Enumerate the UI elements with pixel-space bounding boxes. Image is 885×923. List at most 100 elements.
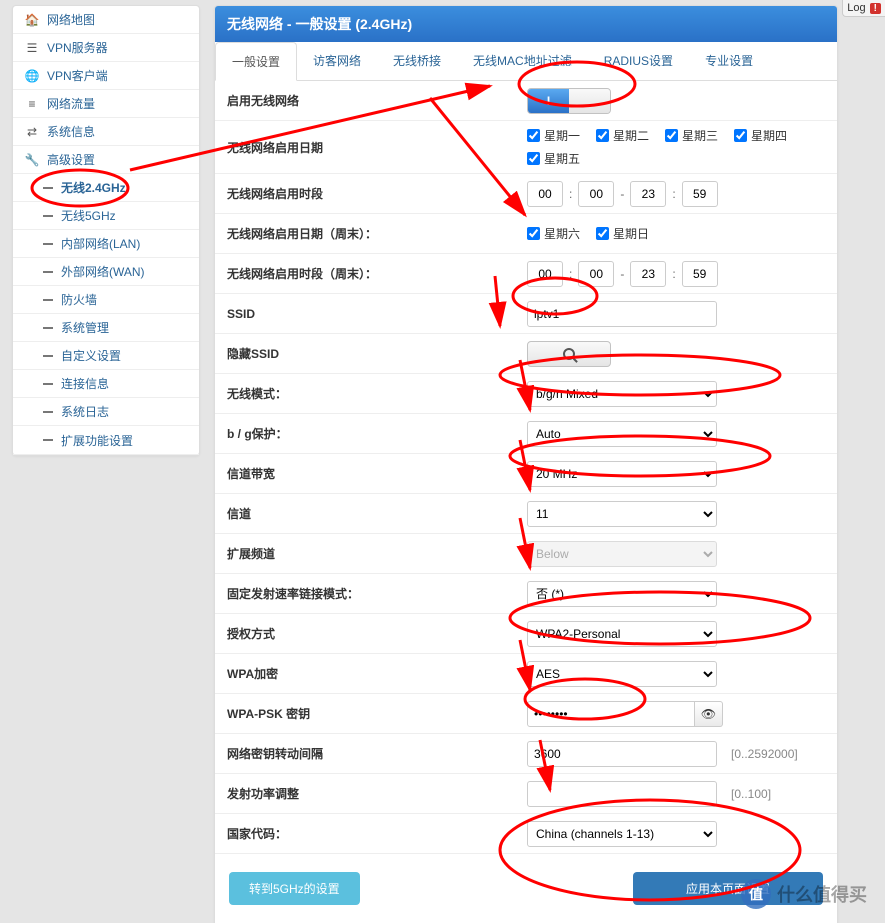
time2-h2[interactable] (630, 261, 666, 287)
sidebar-subnav: 无线2.4GHz 无线5GHz 内部网络(LAN) 外部网络(WAN) 防火墙 … (13, 174, 199, 455)
chk-sat[interactable]: 星期六 (527, 225, 580, 242)
auth-select[interactable]: WPA2-Personal (527, 621, 717, 647)
txpwr-hint: [0..100] (731, 787, 771, 801)
label-ssid: SSID (227, 307, 527, 321)
sidebar-item-label: VPN客户端 (47, 67, 108, 84)
sidebar-item-advanced[interactable]: 🔧高级设置 (13, 146, 199, 174)
chk-sun[interactable]: 星期日 (596, 225, 649, 242)
sidebar-item-vpn-client[interactable]: 🌐VPN客户端 (13, 62, 199, 90)
sidebar-item-label: 自定义设置 (61, 347, 121, 364)
chk-fri[interactable]: 星期五 (527, 150, 580, 167)
time2-h1[interactable] (527, 261, 563, 287)
sidebar-sub-wan[interactable]: 外部网络(WAN) (13, 258, 199, 286)
sidebar-item-label: 网络流量 (47, 95, 95, 112)
time2-m2[interactable] (682, 261, 718, 287)
label-auth: 授权方式 (227, 625, 527, 642)
label-wpaenc: WPA加密 (227, 665, 527, 682)
label-country: 国家代码： (227, 825, 527, 842)
sidebar-sub-custom[interactable]: 自定义设置 (13, 342, 199, 370)
mode-select[interactable]: b/g/n Mixed (527, 381, 717, 407)
sidebar-sub-wifi24[interactable]: 无线2.4GHz (13, 174, 199, 202)
random-icon: ⇄ (25, 125, 39, 139)
time1-m1[interactable] (578, 181, 614, 207)
label-hide-ssid: 隐藏SSID (227, 345, 527, 362)
sidebar-item-label: 系统日志 (61, 403, 109, 420)
tab-bridge[interactable]: 无线桥接 (377, 42, 457, 80)
sidebar-item-label: 系统管理 (61, 319, 109, 336)
page-title: 无线网络 - 一般设置 (2.4GHz) (215, 6, 837, 42)
log-badge[interactable]: ! (870, 3, 881, 14)
chk-tue[interactable]: 星期二 (596, 127, 649, 144)
bw-select[interactable]: 20 MHz (527, 461, 717, 487)
minus-icon (43, 327, 53, 329)
time1-h1[interactable] (527, 181, 563, 207)
settings-form: 启用无线网络 I 无线网络启用日期 星期一 星期二 星期三 星期四 星期五 无线… (215, 81, 837, 923)
toggle-off (569, 89, 610, 113)
time1-h2[interactable] (630, 181, 666, 207)
tab-professional[interactable]: 专业设置 (689, 42, 769, 80)
hide-ssid-toggle[interactable] (527, 341, 611, 367)
label-mode: 无线模式： (227, 385, 527, 402)
sidebar-item-traffic[interactable]: ≡网络流量 (13, 90, 199, 118)
sidebar-sub-syslog[interactable]: 系统日志 (13, 398, 199, 426)
sidebar-sub-lan[interactable]: 内部网络(LAN) (13, 230, 199, 258)
sidebar-sub-firewall[interactable]: 防火墙 (13, 286, 199, 314)
label-ext: 扩展频道 (227, 545, 527, 562)
ssid-input[interactable] (527, 301, 717, 327)
sidebar-item-label: 扩展功能设置 (61, 432, 133, 449)
fixedrate-select[interactable]: 否 (*) (527, 581, 717, 607)
search-icon (563, 348, 575, 360)
time2-m1[interactable] (578, 261, 614, 287)
minus-icon (43, 243, 53, 245)
sidebar-item-netmap[interactable]: 🏠网络地图 (13, 6, 199, 34)
rekey-hint: [0..2592000] (731, 747, 798, 761)
label-sched-days: 无线网络启用日期 (227, 139, 527, 156)
rekey-input[interactable] (527, 741, 717, 767)
channel-select[interactable]: 11 (527, 501, 717, 527)
sidebar-sub-conn[interactable]: 连接信息 (13, 370, 199, 398)
minus-icon (43, 383, 53, 385)
label-sched-time: 无线网络启用时段 (227, 185, 527, 202)
country-select[interactable]: China (channels 1-13) (527, 821, 717, 847)
tab-radius[interactable]: RADIUS设置 (588, 42, 689, 80)
psk-input[interactable] (527, 701, 695, 727)
bgprotect-select[interactable]: Auto (527, 421, 717, 447)
watermark-icon: 值 (741, 879, 771, 909)
switch-5ghz-button[interactable]: 转到5GHz的设置 (229, 872, 360, 905)
tab-general[interactable]: 一般设置 (215, 42, 297, 81)
time1-m2[interactable] (682, 181, 718, 207)
log-link[interactable]: Log (847, 2, 865, 14)
sidebar-item-sysinfo[interactable]: ⇄系统信息 (13, 118, 199, 146)
txpwr-input[interactable] (527, 781, 717, 807)
sidebar-sub-wifi5[interactable]: 无线5GHz (13, 202, 199, 230)
sidebar-item-label: 连接信息 (61, 375, 109, 392)
chk-thu[interactable]: 星期四 (734, 127, 787, 144)
label-sched-time-we: 无线网络启用时段（周末）： (227, 265, 527, 282)
eye-icon: 👁 (701, 707, 716, 721)
sidebar-sub-extension[interactable]: 扩展功能设置 (13, 426, 199, 454)
chk-mon[interactable]: 星期一 (527, 127, 580, 144)
sidebar-item-vpn-server[interactable]: ☰VPN服务器 (13, 34, 199, 62)
list-icon: ☰ (25, 41, 39, 55)
wpaenc-select[interactable]: AES (527, 661, 717, 687)
enable-wifi-toggle[interactable]: I (527, 88, 611, 114)
label-channel: 信道 (227, 505, 527, 522)
sidebar: 🏠网络地图 ☰VPN服务器 🌐VPN客户端 ≡网络流量 ⇄系统信息 🔧高级设置 … (12, 5, 200, 456)
sidebar-item-label: 无线2.4GHz (61, 179, 126, 196)
show-password-button[interactable]: 👁 (695, 701, 723, 727)
topbar: Log ! (842, 0, 885, 17)
tab-macfilter[interactable]: 无线MAC地址过滤 (457, 42, 588, 80)
label-txpwr: 发射功率调整 (227, 785, 527, 802)
main-panel: 无线网络 - 一般设置 (2.4GHz) 一般设置 访客网络 无线桥接 无线MA… (214, 5, 838, 923)
sidebar-item-label: 无线5GHz (61, 207, 116, 224)
sidebar-sub-sysadmin[interactable]: 系统管理 (13, 314, 199, 342)
tab-guest[interactable]: 访客网络 (297, 42, 377, 80)
watermark: 值 什么值得买 (741, 879, 867, 909)
minus-icon (43, 299, 53, 301)
label-psk: WPA-PSK 密钥 (227, 705, 527, 722)
tabbar: 一般设置 访客网络 无线桥接 无线MAC地址过滤 RADIUS设置 专业设置 (215, 42, 837, 81)
label-fixedrate: 固定发射速率链接模式： (227, 585, 527, 602)
label-rekey: 网络密钥转动间隔 (227, 745, 527, 762)
chk-wed[interactable]: 星期三 (665, 127, 718, 144)
sidebar-item-label: 网络地图 (47, 11, 95, 28)
